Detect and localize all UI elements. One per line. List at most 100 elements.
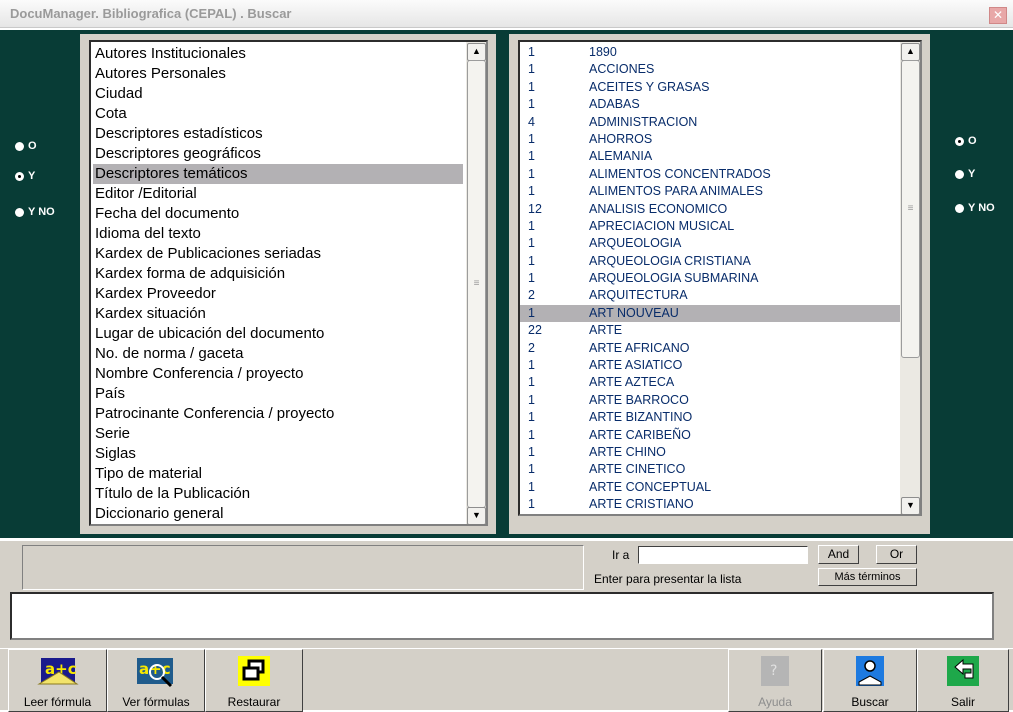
term-label: ARTE CONCEPTUAL [589, 479, 712, 494]
field-item[interactable]: Kardex de Publicaciones seriadas [93, 244, 463, 264]
field-item[interactable]: Título de la Publicación [93, 484, 463, 504]
field-item[interactable]: Patrocinante Conferencia / proyecto [93, 404, 463, 424]
scroll-up-icon[interactable]: ▲ [901, 43, 920, 61]
term-row[interactable]: 1 ARQUEOLOGIA [520, 235, 900, 252]
restaurar-button[interactable]: Restaurar [205, 649, 303, 712]
term-label: ARTE AFRICANO [589, 340, 690, 355]
term-row[interactable]: 1 ARQUEOLOGIA CRISTIANA [520, 253, 900, 270]
term-label: ACEITES Y GRASAS [589, 79, 710, 94]
fields-listbox[interactable]: Autores Institucionales Autores Personale… [89, 40, 488, 526]
buscar-button[interactable]: Buscar [823, 649, 917, 712]
close-button[interactable]: ✕ [989, 7, 1007, 24]
scroll-thumb[interactable]: ≡ [467, 60, 486, 508]
operator-radio[interactable]: Y NO [15, 206, 55, 218]
ayuda-button[interactable]: ? Ayuda [728, 649, 822, 712]
fields-rows: Autores Institucionales Autores Personale… [93, 44, 463, 524]
term-row[interactable]: 2 ARQUITECTURA [520, 287, 900, 304]
field-item[interactable]: Kardex Proveedor [93, 284, 463, 304]
term-row[interactable]: 2 ARTE AFRICANO [520, 340, 900, 357]
goto-input[interactable] [638, 546, 808, 564]
field-item[interactable]: Kardex situación [93, 304, 463, 324]
term-row[interactable]: 1 ART NOUVEAU [520, 304, 900, 323]
salir-button[interactable]: Salir [917, 649, 1009, 712]
field-item[interactable]: Autores Institucionales [93, 44, 463, 64]
term-row[interactable]: 1 ARTE CARIBEÑO [520, 427, 900, 444]
more-terms-button[interactable]: Más términos [818, 568, 917, 586]
term-label: ALIMENTOS PARA ANIMALES [589, 184, 763, 199]
leer-formula-button[interactable]: a+c Leer fórmula [8, 649, 107, 712]
term-row[interactable]: 1 ARTE CINETICO [520, 461, 900, 478]
terms-listbox[interactable]: 1 1890 1 ACCIONES 1 ACEITES Y GRASAS 1 ADABAS 4 A… [518, 40, 922, 516]
scroll-down-icon[interactable]: ▼ [901, 497, 920, 514]
terms-scrollbar[interactable]: ▲ ≡ ▼ [900, 42, 920, 514]
term-row[interactable]: 1 ARTE BIZANTINO [520, 409, 900, 426]
term-row[interactable]: 1 APRECIACION MUSICAL [520, 218, 900, 235]
term-row[interactable]: 1 ARTE ASIATICO [520, 357, 900, 374]
field-item[interactable]: Lugar de ubicación del documento [93, 324, 463, 344]
field-item[interactable]: Siglas [93, 444, 463, 464]
term-row[interactable]: 1 1890 [520, 44, 900, 61]
scroll-up-icon[interactable]: ▲ [467, 43, 486, 61]
field-item[interactable]: Serie [93, 424, 463, 444]
field-item[interactable]: Descriptores geográficos [93, 144, 463, 164]
term-count: 1 [528, 271, 535, 286]
enter-hint: Enter para presentar la lista [594, 572, 742, 586]
radio-dot-icon[interactable] [15, 207, 24, 217]
field-item[interactable]: Kardex forma de adquisición [93, 264, 463, 284]
field-item[interactable]: Autores Personales [93, 64, 463, 84]
term-row[interactable]: 1 ALIMENTOS CONCENTRADOS [520, 166, 900, 183]
term-row[interactable]: 1 ARTE CRISTIANO [520, 496, 900, 513]
term-row[interactable]: 22 ARTE [520, 322, 900, 339]
field-item[interactable]: Editor /Editorial [93, 184, 463, 204]
field-item[interactable]: No. de norma / gaceta [93, 344, 463, 364]
field-item[interactable]: Idioma del texto [93, 224, 463, 244]
or-button[interactable]: Or [876, 545, 917, 564]
radio-dot-icon[interactable] [955, 169, 964, 179]
term-row[interactable]: 4 ADMINISTRACION [520, 114, 900, 131]
operator-radio[interactable]: Y [15, 170, 35, 182]
term-count: 1 [528, 253, 535, 268]
restaurar-label: Restaurar [227, 695, 281, 709]
term-row[interactable]: 1 AHORROS [520, 131, 900, 148]
formula-textarea[interactable] [10, 592, 994, 640]
field-item[interactable]: Ciudad [93, 84, 463, 104]
field-item[interactable]: Fecha del documento [93, 204, 463, 224]
term-row[interactable]: 1 ARQUEOLOGIA SUBMARINA [520, 270, 900, 287]
term-row[interactable]: 1 ACCIONES [520, 61, 900, 78]
field-item[interactable]: Diccionario general [93, 504, 463, 524]
radio-label: O [28, 140, 37, 152]
field-item[interactable]: Nombre Conferencia / proyecto [93, 364, 463, 384]
operator-radio[interactable]: Y NO [955, 202, 995, 214]
term-row[interactable]: 1 ARTE CONCEPTUAL [520, 479, 900, 496]
term-row[interactable]: 12 ANALISIS ECONOMICO [520, 201, 900, 218]
scroll-thumb[interactable]: ≡ [901, 60, 920, 358]
term-row[interactable]: 1 ACEITES Y GRASAS [520, 79, 900, 96]
operator-radio[interactable]: Y [955, 168, 975, 180]
field-item[interactable]: Tipo de material [93, 464, 463, 484]
radio-dot-icon[interactable] [15, 171, 24, 181]
scroll-down-icon[interactable]: ▼ [467, 507, 486, 524]
ver-formulas-button[interactable]: a+c Ver fórmulas [107, 649, 205, 712]
salir-label: Salir [950, 695, 975, 709]
term-row[interactable]: 1 ARTE CHINO [520, 444, 900, 461]
term-row[interactable]: 1 ARTE BARROCO [520, 392, 900, 409]
term-row[interactable]: 1 ADABAS [520, 96, 900, 113]
term-label: ACCIONES [589, 62, 655, 77]
term-row[interactable]: 1 ARTE AZTECA [520, 374, 900, 391]
field-item[interactable]: Descriptores estadísticos [93, 124, 463, 144]
fields-scrollbar[interactable]: ▲ ≡ ▼ [466, 42, 486, 524]
radio-dot-icon[interactable] [955, 136, 964, 146]
field-item[interactable]: Cota [93, 104, 463, 124]
term-row[interactable]: 1 ALIMENTOS PARA ANIMALES [520, 183, 900, 200]
radio-dot-icon[interactable] [15, 141, 24, 151]
term-count: 4 [528, 114, 535, 129]
operator-radio[interactable]: O [955, 135, 977, 147]
term-row[interactable]: 1 ALEMANIA [520, 148, 900, 165]
restore-icon [238, 656, 270, 686]
field-item[interactable]: País [93, 384, 463, 404]
term-label: AHORROS [589, 131, 653, 146]
operator-radio[interactable]: O [15, 140, 37, 152]
field-item[interactable]: Descriptores temáticos [93, 164, 463, 184]
and-button[interactable]: And [818, 545, 859, 564]
radio-dot-icon[interactable] [955, 203, 964, 213]
